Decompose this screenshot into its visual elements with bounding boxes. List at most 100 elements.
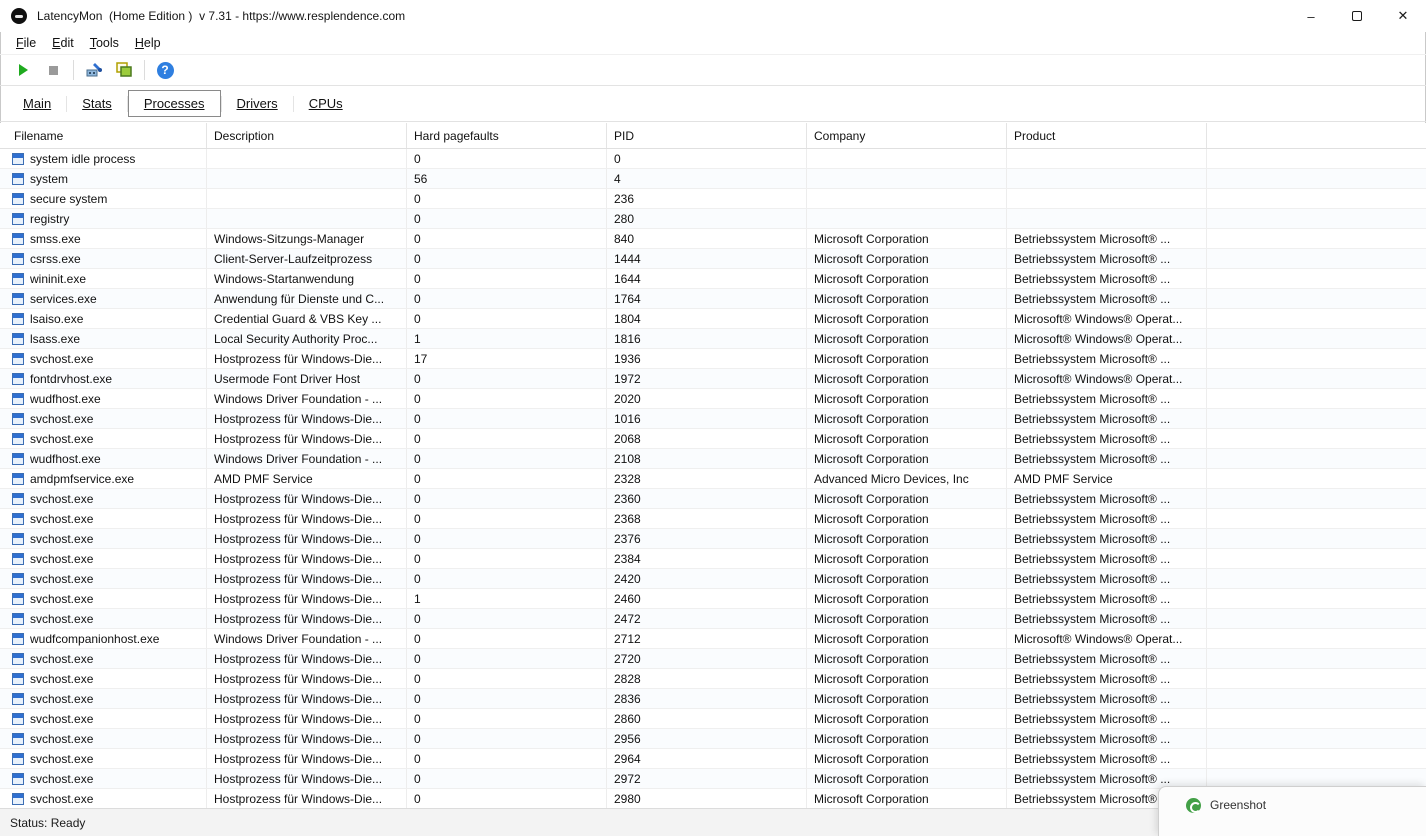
table-row[interactable]: amdpmfservice.exe AMD PMF Service 0 2328… — [0, 469, 1426, 489]
table-row[interactable]: svchost.exe Hostprozess für Windows-Die.… — [0, 689, 1426, 709]
table-row[interactable]: csrss.exe Client-Server-Laufzeitprozess … — [0, 249, 1426, 269]
table-row[interactable]: system idle process 0 0 — [0, 149, 1426, 169]
hard-pagefaults-cell: 0 — [407, 609, 607, 628]
table-row[interactable]: lsass.exe Local Security Authority Proc.… — [0, 329, 1426, 349]
stop-monitor-button[interactable] — [40, 57, 66, 83]
table-row[interactable]: svchost.exe Hostprozess für Windows-Die.… — [0, 529, 1426, 549]
menu-tools[interactable]: Tools — [82, 34, 127, 52]
company-cell: Microsoft Corporation — [807, 709, 1007, 728]
product-cell — [1007, 169, 1207, 188]
application-icon — [12, 233, 24, 245]
table-row[interactable]: wudfhost.exe Windows Driver Foundation -… — [0, 449, 1426, 469]
column-header-filename[interactable]: Filename — [0, 123, 207, 148]
tab-stats[interactable]: Stats — [67, 91, 127, 116]
table-row[interactable]: wudfhost.exe Windows Driver Foundation -… — [0, 389, 1426, 409]
table-row[interactable]: svchost.exe Hostprozess für Windows-Die.… — [0, 569, 1426, 589]
empty-cell — [1207, 229, 1426, 248]
column-header-pid[interactable]: PID — [607, 123, 807, 148]
table-row[interactable]: secure system 0 236 — [0, 189, 1426, 209]
application-icon — [12, 333, 24, 345]
table-row[interactable]: fontdrvhost.exe Usermode Font Driver Hos… — [0, 369, 1426, 389]
company-cell: Microsoft Corporation — [807, 589, 1007, 608]
hardware-tool-button[interactable] — [81, 57, 107, 83]
description-cell: Local Security Authority Proc... — [207, 329, 407, 348]
cascade-windows-button[interactable] — [111, 57, 137, 83]
empty-cell — [1207, 429, 1426, 448]
description-cell — [207, 169, 407, 188]
product-cell: Microsoft® Windows® Operat... — [1007, 329, 1207, 348]
greenshot-toast[interactable]: Greenshot — [1158, 786, 1426, 836]
hard-pagefaults-cell: 0 — [407, 489, 607, 508]
product-cell: Betriebssystem Microsoft® ... — [1007, 729, 1207, 748]
filename-cell: system idle process — [0, 149, 207, 168]
latencymon-app-icon — [11, 8, 27, 24]
table-row[interactable]: svchost.exe Hostprozess für Windows-Die.… — [0, 549, 1426, 569]
company-cell — [807, 189, 1007, 208]
table-row[interactable]: svchost.exe Hostprozess für Windows-Die.… — [0, 669, 1426, 689]
table-row[interactable]: svchost.exe Hostprozess für Windows-Die.… — [0, 509, 1426, 529]
minimize-button[interactable]: – — [1288, 0, 1334, 32]
description-cell: Hostprozess für Windows-Die... — [207, 649, 407, 668]
table-row[interactable]: svchost.exe Hostprozess für Windows-Die.… — [0, 709, 1426, 729]
table-row[interactable]: svchost.exe Hostprozess für Windows-Die.… — [0, 609, 1426, 629]
table-row[interactable]: svchost.exe Hostprozess für Windows-Die.… — [0, 729, 1426, 749]
menu-edit[interactable]: Edit — [44, 34, 82, 52]
product-cell: Betriebssystem Microsoft® ... — [1007, 249, 1207, 268]
hard-pagefaults-cell: 1 — [407, 329, 607, 348]
application-icon — [12, 153, 24, 165]
table-row[interactable]: system 56 4 — [0, 169, 1426, 189]
application-icon — [12, 413, 24, 425]
column-header-description[interactable]: Description — [207, 123, 407, 148]
application-icon — [12, 313, 24, 325]
close-button[interactable]: ✕ — [1380, 0, 1426, 32]
column-header-hard-pagefaults[interactable]: Hard pagefaults — [407, 123, 607, 148]
table-row[interactable]: svchost.exe Hostprozess für Windows-Die.… — [0, 489, 1426, 509]
table-row[interactable]: services.exe Anwendung für Dienste und C… — [0, 289, 1426, 309]
table-row[interactable]: svchost.exe Hostprozess für Windows-Die.… — [0, 349, 1426, 369]
tab-drivers[interactable]: Drivers — [222, 91, 293, 116]
menu-help[interactable]: Help — [127, 34, 169, 52]
table-row[interactable]: svchost.exe Hostprozess für Windows-Die.… — [0, 409, 1426, 429]
maximize-button[interactable] — [1334, 0, 1380, 32]
tab-main[interactable]: Main — [8, 91, 66, 116]
filename-cell: secure system — [0, 189, 207, 208]
filename-cell: svchost.exe — [0, 609, 207, 628]
menu-file[interactable]: File — [8, 34, 44, 52]
table-row[interactable]: lsaiso.exe Credential Guard & VBS Key ..… — [0, 309, 1426, 329]
filename-text: lsaiso.exe — [30, 312, 83, 326]
pid-cell: 2420 — [607, 569, 807, 588]
table-row[interactable]: svchost.exe Hostprozess für Windows-Die.… — [0, 589, 1426, 609]
pid-cell: 2368 — [607, 509, 807, 528]
column-header-company[interactable]: Company — [807, 123, 1007, 148]
filename-cell: wudfhost.exe — [0, 389, 207, 408]
empty-cell — [1207, 709, 1426, 728]
description-cell: Hostprozess für Windows-Die... — [207, 689, 407, 708]
table-header: Filename Description Hard pagefaults PID… — [0, 123, 1426, 149]
company-cell: Microsoft Corporation — [807, 349, 1007, 368]
filename-cell: svchost.exe — [0, 729, 207, 748]
table-row[interactable]: svchost.exe Hostprozess für Windows-Die.… — [0, 649, 1426, 669]
hard-pagefaults-cell: 0 — [407, 689, 607, 708]
product-cell: Betriebssystem Microsoft® ... — [1007, 549, 1207, 568]
filename-text: svchost.exe — [30, 352, 93, 366]
table-row[interactable]: wininit.exe Windows-Startanwendung 0 164… — [0, 269, 1426, 289]
window-controls: – ✕ — [1288, 0, 1426, 32]
filename-text: svchost.exe — [30, 532, 93, 546]
tab-processes[interactable]: Processes — [128, 90, 221, 117]
product-cell: Betriebssystem Microsoft® ... — [1007, 429, 1207, 448]
help-button[interactable]: ? — [152, 57, 178, 83]
start-monitor-button[interactable] — [10, 57, 36, 83]
filename-text: svchost.exe — [30, 772, 93, 786]
table-row[interactable]: registry 0 280 — [0, 209, 1426, 229]
table-row[interactable]: smss.exe Windows-Sitzungs-Manager 0 840 … — [0, 229, 1426, 249]
table-row[interactable]: svchost.exe Hostprozess für Windows-Die.… — [0, 429, 1426, 449]
filename-cell: svchost.exe — [0, 509, 207, 528]
empty-cell — [1207, 669, 1426, 688]
table-row[interactable]: svchost.exe Hostprozess für Windows-Die.… — [0, 749, 1426, 769]
column-header-product[interactable]: Product — [1007, 123, 1207, 148]
table-row[interactable]: wudfcompanionhost.exe Windows Driver Fou… — [0, 629, 1426, 649]
empty-cell — [1207, 689, 1426, 708]
tab-cpus[interactable]: CPUs — [294, 91, 358, 116]
filename-cell: svchost.exe — [0, 409, 207, 428]
empty-cell — [1207, 149, 1426, 168]
